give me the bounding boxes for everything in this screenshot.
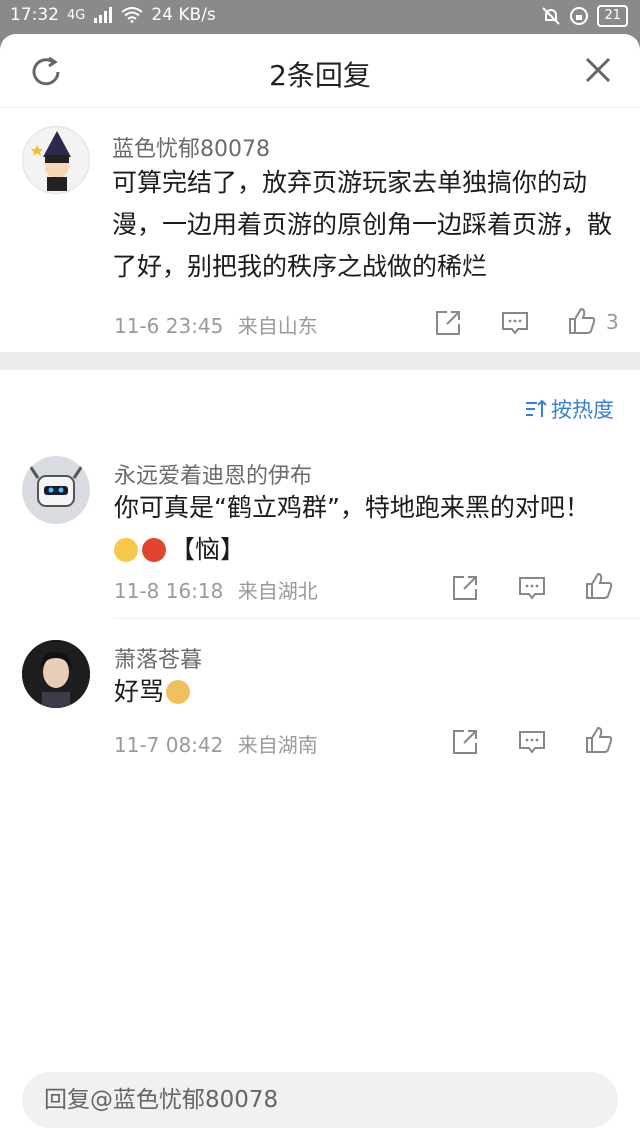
reply-text: 你可真是“鹤立鸡群”，特地跑来黑的对吧！ 【恼】 <box>114 487 614 571</box>
sort-icon <box>526 399 547 417</box>
reply-time: 11-8 16:18 <box>114 579 224 603</box>
reply-text-line: 你可真是“鹤立鸡群”，特地跑来黑的对吧！ <box>114 493 590 522</box>
emoji-code-text: 【恼】 <box>170 535 246 564</box>
reply-meta: 11-7 08:42 来自湖南 <box>114 729 318 758</box>
comment-icon[interactable] <box>517 727 547 757</box>
comment-location: 来自山东 <box>237 314 318 338</box>
comment-username[interactable]: 蓝色忧郁80078 <box>112 131 270 163</box>
avatar-portrait-image <box>22 640 90 708</box>
avatar[interactable] <box>22 126 90 194</box>
avatar-robot-image <box>28 465 84 507</box>
reply-time: 11-7 08:42 <box>114 733 224 757</box>
battery-indicator: 21 <box>597 5 628 27</box>
network-speed: 24 KB/s <box>151 5 216 25</box>
reply-divider <box>114 618 640 619</box>
mute-bell-icon <box>542 7 561 25</box>
reply-location: 来自湖南 <box>237 733 318 757</box>
status-time: 17:32 <box>10 5 59 25</box>
close-icon[interactable] <box>582 54 614 86</box>
signal-icon: 4G <box>67 7 86 23</box>
avatar-witch-image <box>31 131 71 191</box>
comment-icon[interactable] <box>517 573 547 603</box>
lock-rotation-icon <box>570 7 589 25</box>
like-icon[interactable] <box>584 571 614 601</box>
status-bar: 17:32 4G 24 KB/s 21 <box>0 0 640 34</box>
comment-meta: 11-6 23:45 来自山东 <box>114 310 318 339</box>
avatar[interactable] <box>22 640 90 708</box>
comment-icon[interactable] <box>500 308 530 338</box>
page-title: 2条回复 <box>269 59 371 92</box>
section-divider <box>0 352 640 370</box>
reply-username[interactable]: 永远爱着迪恩的伊布 <box>114 458 312 490</box>
comment-time: 11-6 23:45 <box>114 314 224 338</box>
signal-bars-icon <box>94 7 113 23</box>
comment-text: 可算完结了，放弃页游玩家去单独搞你的动漫，一边用着页游的原创角一边踩着页游，散了… <box>112 168 613 281</box>
smirk-emoji-icon <box>114 538 138 562</box>
replies-sheet: 2条回复 蓝色忧郁80078 可算完结了，放弃页游玩家去单独搞你的动漫，一边用着… <box>0 34 640 1138</box>
share-icon[interactable] <box>450 573 480 603</box>
avatar[interactable] <box>22 456 90 524</box>
reply-username[interactable]: 萧落苍暮 <box>114 642 202 674</box>
share-icon[interactable] <box>433 308 463 338</box>
reply-location: 来自湖北 <box>237 579 318 603</box>
wifi-icon <box>121 7 143 23</box>
like-count: 3 <box>606 310 619 334</box>
reply-text-line: 好骂 <box>114 677 165 706</box>
sort-label: 按热度 <box>551 398 614 422</box>
like-icon[interactable] <box>584 725 614 755</box>
like-icon[interactable] <box>567 306 597 336</box>
doge-emoji-icon <box>166 680 191 704</box>
sheet-header: 2条回复 <box>0 34 640 108</box>
share-icon[interactable] <box>450 727 480 757</box>
reply-meta: 11-8 16:18 来自湖北 <box>114 575 318 604</box>
angry-emoji-icon <box>142 538 166 562</box>
reply-input[interactable]: 回复@蓝色忧郁80078 <box>22 1072 618 1128</box>
sort-button[interactable]: 按热度 <box>525 394 614 424</box>
reply-text-line: 【恼】 <box>114 529 614 571</box>
reply-text: 好骂 <box>114 671 614 713</box>
